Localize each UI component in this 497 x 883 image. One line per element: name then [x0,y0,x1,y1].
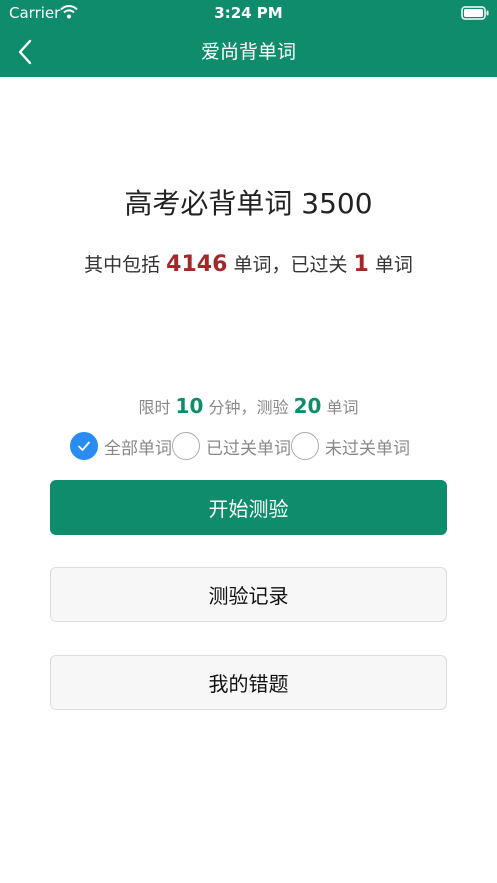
filter-passed-words[interactable]: 已过关单词 [172,432,291,460]
book-title: 高考必背单词 3500 [124,187,373,220]
start-quiz-button[interactable]: 开始测验 [50,480,447,535]
total-word-count: 4146 [166,252,228,277]
my-mistakes-button[interactable]: 我的错题 [50,655,447,710]
quiz-records-button[interactable]: 测验记录 [50,567,447,622]
app-header: Carrier 3:24 PM 爱尚背单词 [0,0,497,77]
quiz-word-count: 20 [293,394,322,418]
filter-label: 未过关单词 [325,438,410,459]
limit-suffix: 单词 [326,398,359,417]
radio-unchecked-icon [172,432,200,460]
word-count-summary: 其中包括 4146 单词，已过关 1 单词 [0,250,497,277]
status-bar: Carrier 3:24 PM [0,0,497,26]
word-filter-group: 全部单词 已过关单词 未过关单词 [70,430,410,462]
filter-unpassed-words[interactable]: 未过关单词 [291,432,410,460]
count-middle: 单词，已过关 [233,254,348,276]
nav-bar: 爱尚背单词 [0,26,497,77]
quiz-info: 限时 10 分钟，测验 20 单词 [0,394,497,418]
battery-icon [461,5,489,24]
limit-prefix: 限时 [138,398,171,417]
radio-checked-icon [70,432,98,460]
time-limit-minutes: 10 [175,394,204,418]
radio-unchecked-icon [291,432,319,460]
count-prefix: 其中包括 [84,254,161,276]
passed-word-count: 1 [353,252,369,277]
filter-all-words[interactable]: 全部单词 [70,432,172,460]
count-suffix: 单词 [374,254,413,276]
filter-label: 全部单词 [104,438,172,459]
limit-middle: 分钟，测验 [208,398,289,417]
status-time: 3:24 PM [214,4,283,22]
page-title: 爱尚背单词 [200,41,296,63]
filter-label: 已过关单词 [206,438,291,459]
checkmark-icon [78,441,90,451]
